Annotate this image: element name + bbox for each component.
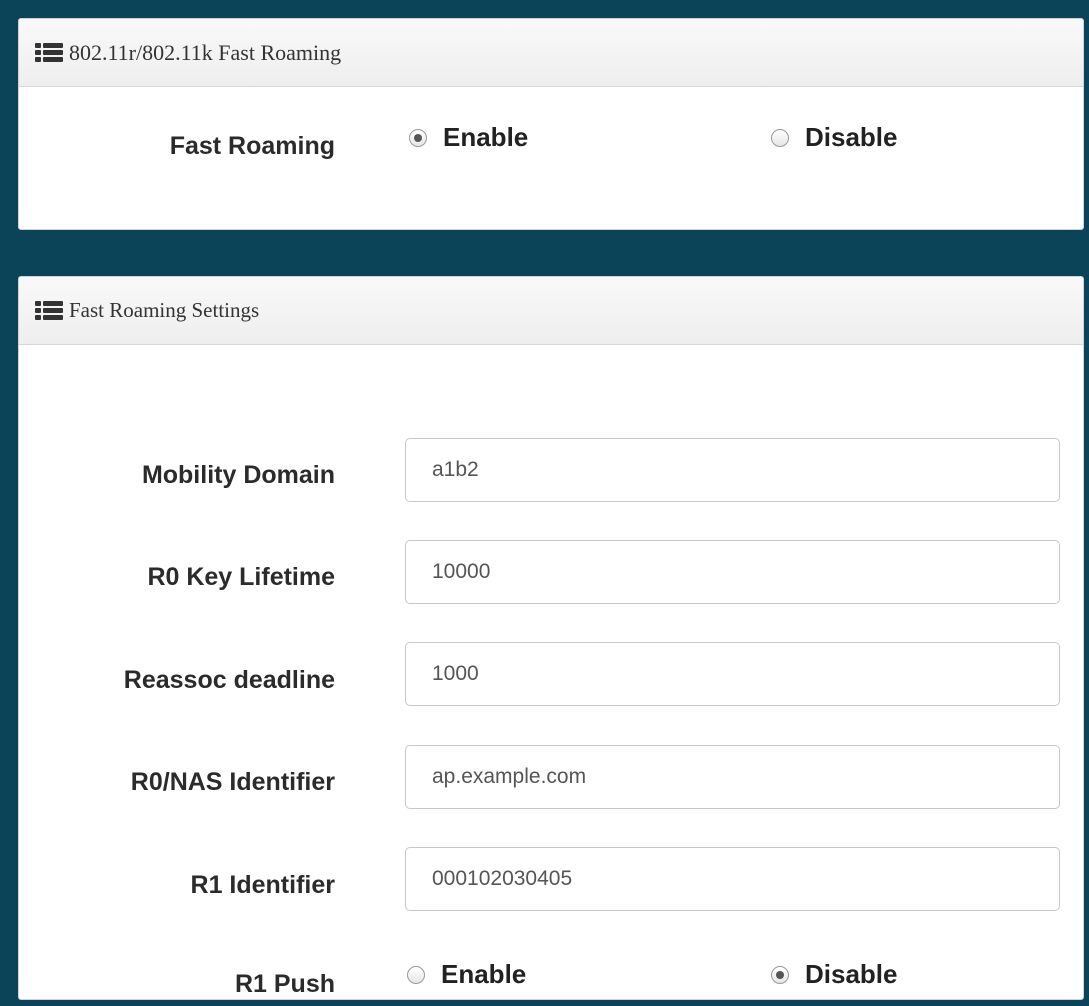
radio-label: Enable [441, 959, 527, 989]
r1-identifier-input[interactable] [405, 847, 1060, 911]
fast-roaming-disable-radio[interactable]: Disable [771, 122, 898, 153]
r0-nas-identifier-input[interactable] [405, 745, 1060, 809]
radio-label: Disable [805, 959, 898, 989]
settings-panel-header: Fast Roaming Settings [19, 277, 1083, 345]
panel-title: 802.11r/802.11k Fast Roaming [69, 39, 342, 65]
radio-label: Disable [805, 122, 898, 152]
r1-identifier-label: R1 Identifier [190, 871, 335, 899]
radio-checked-icon[interactable] [771, 965, 789, 984]
reassoc-deadline-label: Reassoc deadline [123, 666, 335, 694]
radio-unchecked-icon[interactable] [407, 965, 425, 984]
r0-nas-identifier-label: R0/NAS Identifier [130, 768, 335, 796]
r1-push-enable-radio[interactable]: Enable [407, 959, 526, 990]
r0-key-lifetime-label: R0 Key Lifetime [147, 563, 335, 591]
radio-checked-icon[interactable] [409, 128, 427, 147]
fast-roaming-settings-panel: Fast Roaming Settings Mobility Domain R0… [18, 276, 1084, 1000]
list-icon [35, 300, 63, 321]
fast-roaming-panel-header: 802.11r/802.11k Fast Roaming [19, 19, 1083, 87]
r1-push-label: R1 Push [234, 970, 335, 998]
fast-roaming-enable-radio[interactable]: Enable [409, 122, 528, 153]
mobility-domain-input[interactable] [405, 438, 1060, 502]
fast-roaming-label: Fast Roaming [169, 132, 335, 160]
panel-title: Fast Roaming Settings [69, 298, 260, 322]
mobility-domain-label: Mobility Domain [141, 461, 335, 489]
r1-push-disable-radio[interactable]: Disable [771, 959, 898, 990]
list-icon [35, 42, 63, 63]
r0-key-lifetime-input[interactable] [405, 540, 1060, 604]
radio-unchecked-icon[interactable] [771, 128, 789, 147]
radio-label: Enable [443, 122, 529, 152]
fast-roaming-panel: 802.11r/802.11k Fast Roaming Fast Roamin… [18, 18, 1084, 230]
reassoc-deadline-input[interactable] [405, 642, 1060, 706]
